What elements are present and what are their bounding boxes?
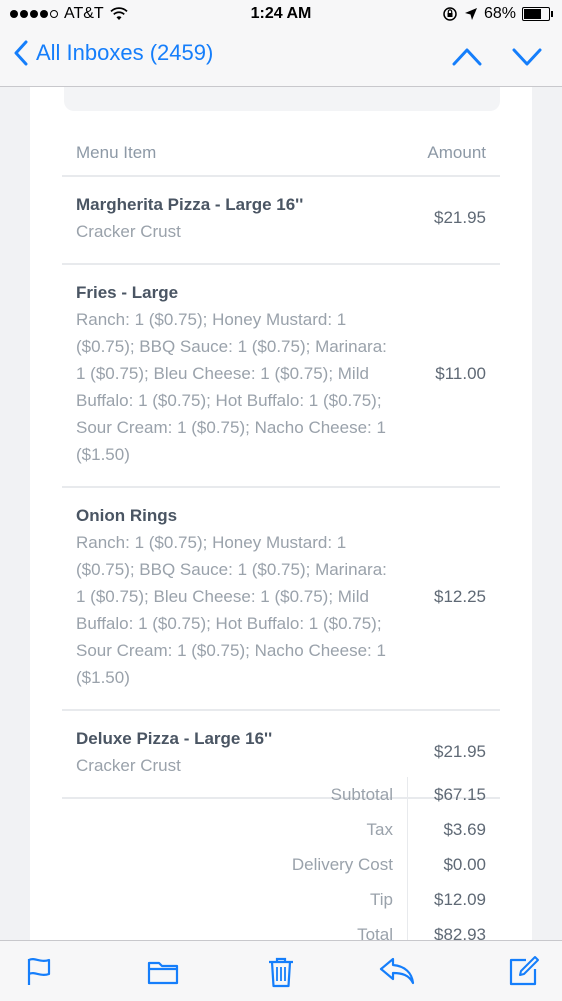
item-cell: Onion Rings Ranch: 1 ($0.75); Honey Must… xyxy=(62,487,414,711)
battery-percent: 68% xyxy=(483,5,516,22)
trash-icon[interactable] xyxy=(266,955,296,989)
status-right: 68% xyxy=(442,5,553,23)
amount-header: Amount xyxy=(413,135,500,177)
order-items-table: Menu Item Amount Margherita Pizza - Larg… xyxy=(62,135,500,799)
previous-section xyxy=(64,87,500,111)
back-label: All Inboxes (2459) xyxy=(36,40,214,65)
tax-row: Tax $3.69 xyxy=(252,812,500,847)
item-amount: $12.25 xyxy=(413,487,500,711)
tax-label: Tax xyxy=(252,812,408,847)
navigation-bar: All Inboxes (2459) xyxy=(0,30,562,87)
folder-icon[interactable] xyxy=(146,955,180,987)
total-row: Total $82.93 xyxy=(252,917,500,940)
tip-label: Tip xyxy=(252,882,408,917)
tip-value: $12.09 xyxy=(434,889,486,909)
email-body[interactable]: Menu Item Amount Margherita Pizza - Larg… xyxy=(0,87,562,940)
subtotal-label: Subtotal xyxy=(252,777,408,812)
item-options: Ranch: 1 ($0.75); Honey Mustard: 1 ($0.7… xyxy=(76,310,387,464)
compose-icon[interactable] xyxy=(508,955,540,987)
menu-item-header: Menu Item xyxy=(62,135,414,177)
item-amount: $21.95 xyxy=(413,176,500,265)
totals-table: Subtotal $67.15 Tax $3.69 Delivery Cost … xyxy=(252,777,500,940)
item-name: Margherita Pizza - Large 16'' xyxy=(76,195,304,214)
subtotal-value: $67.15 xyxy=(434,784,486,804)
chevron-left-icon xyxy=(14,40,28,66)
item-name: Deluxe Pizza - Large 16'' xyxy=(76,729,273,748)
delivery-cost-row: Delivery Cost $0.00 xyxy=(252,847,500,882)
bottom-toolbar xyxy=(0,940,562,1001)
status-bar: AT&T 1:24 AM 68% xyxy=(0,0,562,30)
receipt-card: Menu Item Amount Margherita Pizza - Larg… xyxy=(30,87,532,940)
item-options: Cracker Crust xyxy=(76,756,181,775)
previous-message-button[interactable] xyxy=(452,42,482,72)
flag-icon[interactable] xyxy=(24,955,54,987)
item-amount: $11.00 xyxy=(413,264,500,488)
item-name: Fries - Large xyxy=(76,283,179,302)
back-button[interactable]: All Inboxes (2459) xyxy=(14,40,213,66)
item-options: Cracker Crust xyxy=(76,222,181,241)
subtotal-row: Subtotal $67.15 xyxy=(252,777,500,812)
item-cell: Fries - Large Ranch: 1 ($0.75); Honey Mu… xyxy=(62,264,414,488)
table-header-row: Menu Item Amount xyxy=(62,135,500,177)
item-cell: Margherita Pizza - Large 16'' Cracker Cr… xyxy=(62,176,414,265)
table-row: Margherita Pizza - Large 16'' Cracker Cr… xyxy=(62,176,500,265)
reply-icon[interactable] xyxy=(378,955,416,987)
total-value: $82.93 xyxy=(434,924,486,941)
rotation-lock-icon xyxy=(443,7,457,21)
message-navigation xyxy=(452,42,542,72)
tax-value: $3.69 xyxy=(443,819,486,839)
next-message-button[interactable] xyxy=(512,42,542,72)
item-name: Onion Rings xyxy=(76,506,178,525)
delivery-cost-value: $0.00 xyxy=(443,854,486,874)
location-arrow-icon xyxy=(464,8,477,20)
table-row: Fries - Large Ranch: 1 ($0.75); Honey Mu… xyxy=(62,264,500,488)
table-row: Onion Rings Ranch: 1 ($0.75); Honey Must… xyxy=(62,487,500,711)
item-options: Ranch: 1 ($0.75); Honey Mustard: 1 ($0.7… xyxy=(76,533,387,687)
total-label: Total xyxy=(252,917,408,940)
battery-icon xyxy=(522,7,553,21)
tip-row: Tip $12.09 xyxy=(252,882,500,917)
delivery-cost-label: Delivery Cost xyxy=(252,847,408,882)
